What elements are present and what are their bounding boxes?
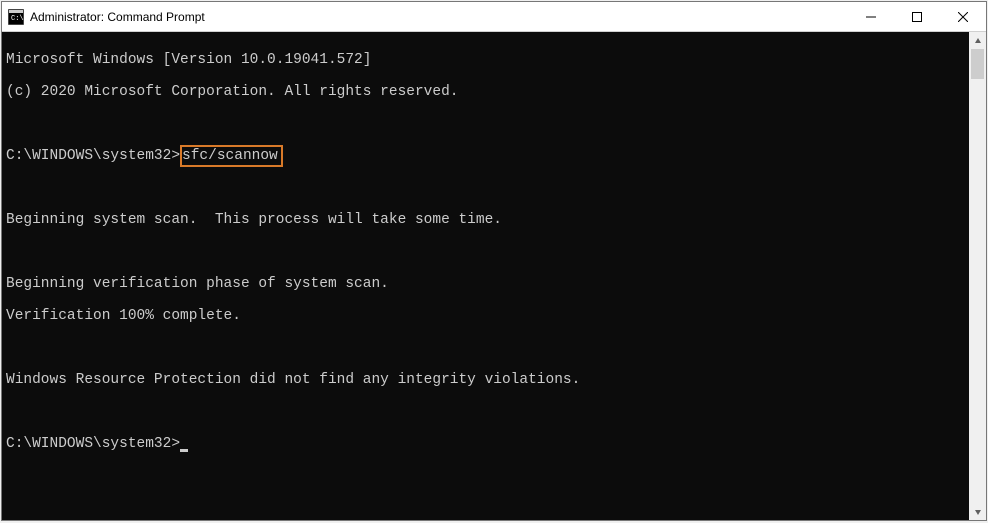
scrollbar-track[interactable] [969,49,986,503]
terminal-blank [6,180,969,196]
terminal-cursor [180,449,188,452]
window-controls [848,2,986,31]
scrollbar-thumb[interactable] [971,49,984,79]
terminal-blank [6,340,969,356]
scrollbar-down-arrow[interactable] [969,503,986,520]
terminal-output: Windows Resource Protection did not find… [6,372,969,388]
terminal-output: Microsoft Windows [Version 10.0.19041.57… [6,52,969,68]
prompt-prefix: C:\WINDOWS\system32> [6,148,180,164]
prompt-prefix: C:\WINDOWS\system32> [6,436,180,452]
terminal-wrapper: Microsoft Windows [Version 10.0.19041.57… [2,32,986,520]
terminal-blank [6,244,969,260]
window-frame: C:\ Administrator: Command Prompt Micros… [1,1,987,521]
maximize-button[interactable] [894,2,940,31]
terminal-output: Beginning verification phase of system s… [6,276,969,292]
vertical-scrollbar[interactable] [969,32,986,520]
terminal-output: Beginning system scan. This process will… [6,212,969,228]
title-bar[interactable]: C:\ Administrator: Command Prompt [2,2,986,32]
window-title: Administrator: Command Prompt [30,10,848,24]
terminal-blank [6,116,969,132]
terminal-prompt-line: C:\WINDOWS\system32> [6,436,969,452]
terminal-prompt-line: C:\WINDOWS\system32>sfc/scannow [6,148,969,164]
terminal[interactable]: Microsoft Windows [Version 10.0.19041.57… [2,32,969,520]
terminal-output: (c) 2020 Microsoft Corporation. All righ… [6,84,969,100]
svg-text:C:\: C:\ [11,15,24,23]
minimize-button[interactable] [848,2,894,31]
terminal-blank [6,404,969,420]
close-button[interactable] [940,2,986,31]
terminal-output: Verification 100% complete. [6,308,969,324]
highlighted-command: sfc/scannow [180,145,283,167]
cmd-icon: C:\ [8,9,24,25]
scrollbar-up-arrow[interactable] [969,32,986,49]
